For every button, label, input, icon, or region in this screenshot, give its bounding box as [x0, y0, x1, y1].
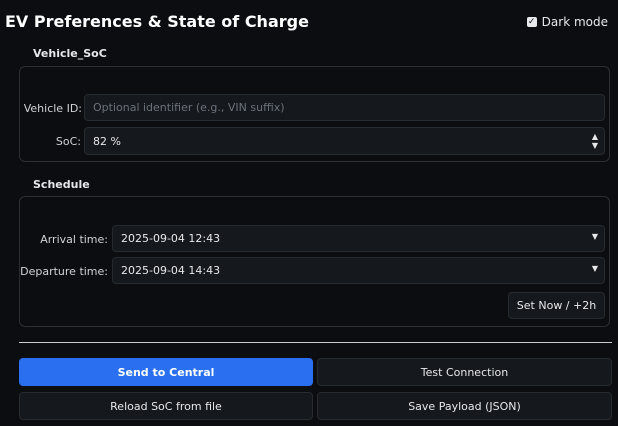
vehicle-soc-section-label: Vehicle_SoC	[33, 47, 107, 60]
dark-mode-toggle[interactable]: ✓ Dark mode	[526, 15, 608, 29]
vehicle-id-input[interactable]	[84, 94, 605, 121]
set-now-button[interactable]: Set Now / +2h	[508, 292, 605, 319]
schedule-section-label: Schedule	[33, 178, 90, 191]
vehicle-id-label: Vehicle ID:	[23, 102, 82, 115]
save-payload-button[interactable]: Save Payload (JSON)	[317, 392, 612, 420]
page-title: EV Preferences & State of Charge	[5, 12, 309, 31]
spin-arrows-icon[interactable]: ▲ ▼	[592, 132, 598, 150]
reload-soc-button[interactable]: Reload SoC from file	[19, 392, 313, 420]
soc-spinbox[interactable]: 82 % ▲ ▼	[84, 127, 605, 155]
departure-time-select[interactable]: 2025-09-04 14:43 ▼	[112, 257, 605, 284]
dark-mode-label: Dark mode	[541, 15, 608, 29]
departure-time-label: Departure time:	[20, 265, 108, 278]
test-connection-button[interactable]: Test Connection	[317, 358, 612, 386]
soc-label: SoC:	[55, 135, 81, 148]
departure-time-value: 2025-09-04 14:43	[121, 264, 221, 277]
soc-value: 82 %	[93, 134, 121, 148]
arrival-time-label: Arrival time:	[40, 233, 108, 246]
checkbox-checked-icon[interactable]: ✓	[526, 17, 537, 27]
chevron-down-icon[interactable]: ▼	[592, 264, 598, 273]
divider	[19, 342, 612, 343]
send-to-central-button[interactable]: Send to Central	[19, 358, 313, 386]
chevron-down-icon[interactable]: ▼	[592, 232, 598, 241]
arrival-time-select[interactable]: 2025-09-04 12:43 ▼	[112, 225, 605, 252]
arrival-time-value: 2025-09-04 12:43	[121, 232, 221, 245]
